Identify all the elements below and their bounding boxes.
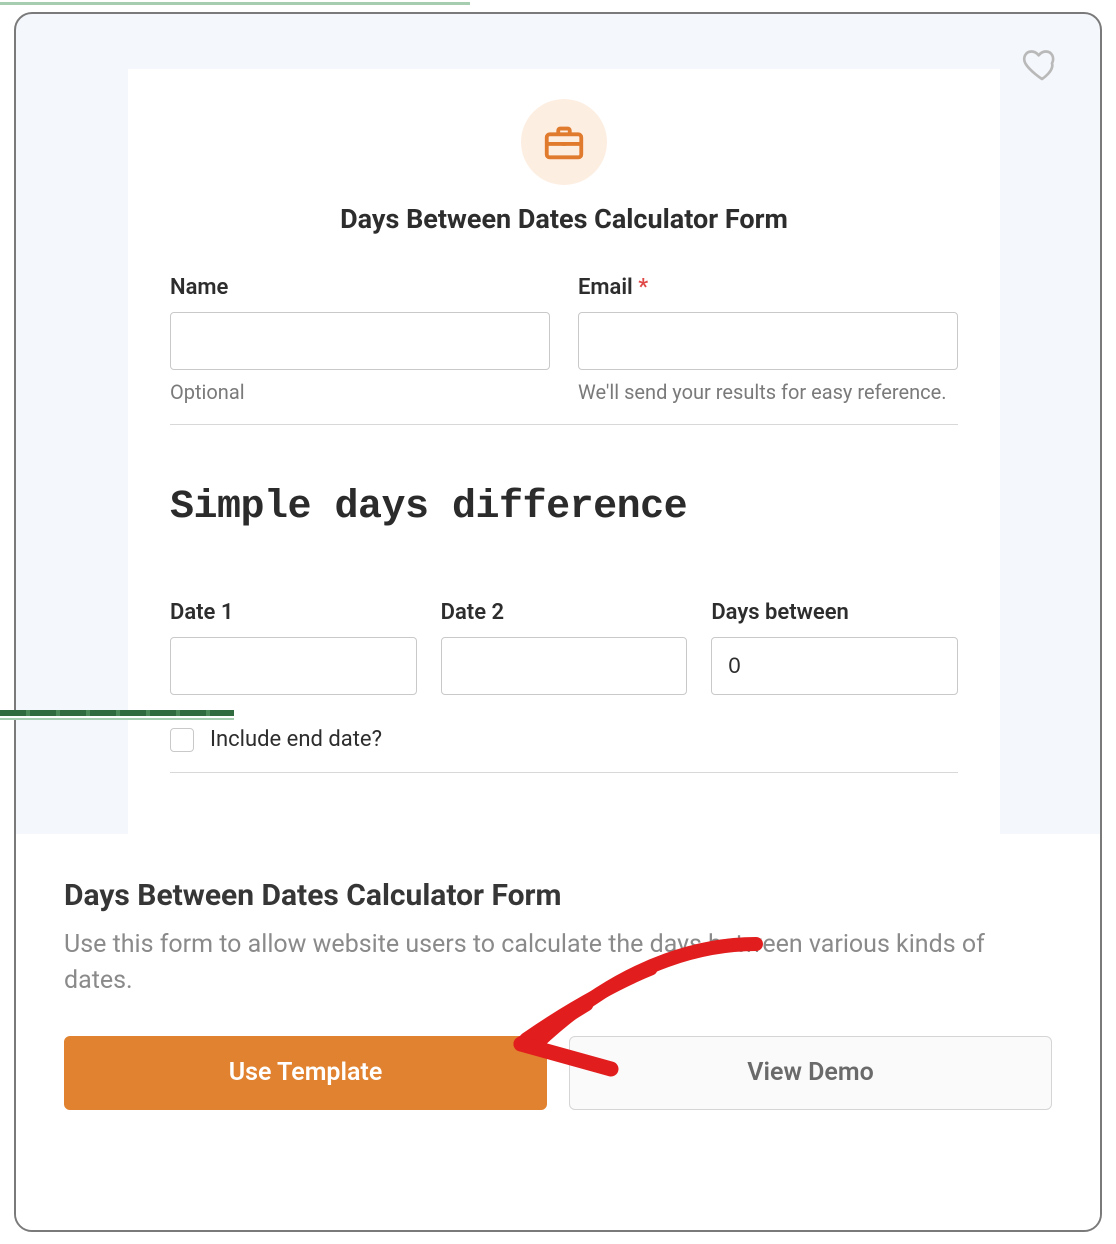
include-end-checkbox[interactable] [170,728,194,752]
date2-field-group: Date 2 [441,600,688,695]
name-field-group: Name Optional [170,275,550,404]
divider [170,424,958,425]
footer-title: Days Between Dates Calculator Form [64,878,1052,913]
divider [170,772,958,773]
use-template-label: Use Template [229,1058,383,1087]
view-demo-label: View Demo [747,1058,873,1087]
form-preview: Days Between Dates Calculator Form Name … [128,69,1000,835]
email-input[interactable] [578,312,958,370]
days-between-label: Days between [711,600,958,625]
required-mark: * [638,275,648,300]
form-icon-circle [521,99,607,185]
days-between-field-group: Days between [711,600,958,695]
date1-label: Date 1 [170,600,417,625]
date1-field-group: Date 1 [170,600,417,695]
email-helper: We'll send your results for easy referen… [578,380,958,404]
template-card: Days Between Dates Calculator Form Name … [14,12,1102,1232]
form-title: Days Between Dates Calculator Form [170,203,958,235]
section-title: Simple days difference [170,485,958,530]
date1-input[interactable] [170,637,417,695]
footer-description: Use this form to allow website users to … [64,927,1052,1000]
name-label: Name [170,275,550,300]
date2-input[interactable] [441,637,688,695]
view-demo-button[interactable]: View Demo [569,1036,1052,1110]
include-end-row: Include end date? [170,727,958,752]
use-template-button[interactable]: Use Template [64,1036,547,1110]
card-footer: Days Between Dates Calculator Form Use t… [16,834,1100,1230]
name-helper: Optional [170,380,550,404]
heart-icon [1022,44,1062,84]
days-between-output[interactable] [711,637,958,695]
favorite-button[interactable] [1022,44,1062,84]
briefcase-icon [541,119,587,165]
artifact-stripe-top [0,0,470,2]
date2-label: Date 2 [441,600,688,625]
name-input[interactable] [170,312,550,370]
include-end-label: Include end date? [210,727,382,752]
email-label: Email * [578,275,958,300]
email-field-group: Email * We'll send your results for easy… [578,275,958,404]
email-label-text: Email [578,275,633,300]
